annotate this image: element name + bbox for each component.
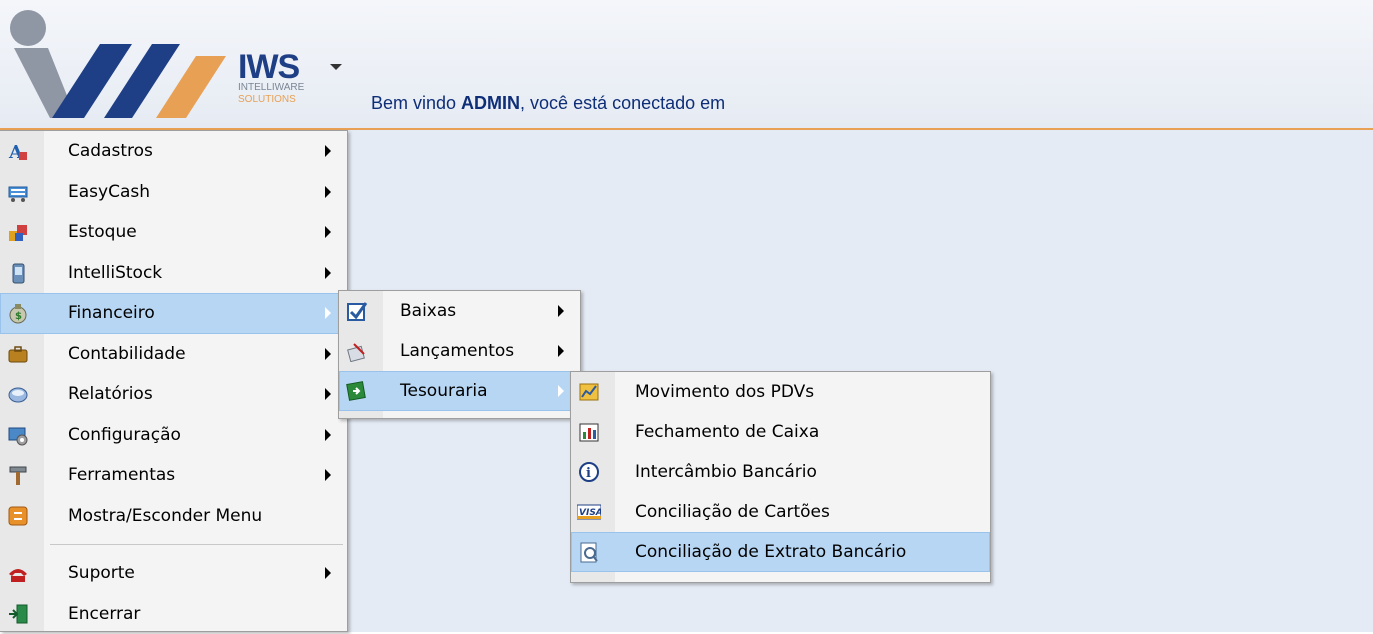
menu-item-estoque[interactable]: Estoque [0,212,347,253]
welcome-user: ADMIN [461,93,520,113]
checkbox-icon [345,300,369,322]
money-bag-icon: $ [6,302,30,324]
submenu-arrow-icon [558,305,564,317]
pos-movement-icon [577,381,601,403]
submenu-item-fechamento-caixa[interactable]: Fechamento de Caixa [571,412,990,452]
reports-icon [6,383,30,405]
submenu-item-movimento-pdvs[interactable]: Movimento dos PDVs [571,372,990,412]
menu-item-financeiro[interactable]: $ Financeiro [0,293,347,334]
cadastros-icon: A [6,140,30,162]
menu-item-relatorios[interactable]: Relatórios [0,374,347,415]
boxes-icon [6,221,30,243]
submenu-item-label: Fechamento de Caixa [635,422,819,442]
main-menu: A Cadastros EasyCash Estoque IntelliStoc… [0,130,348,632]
handheld-icon [6,262,30,284]
menu-item-label: Contabilidade [68,344,186,364]
cash-register-icon [6,181,30,203]
submenu-item-label: Lançamentos [400,341,514,361]
menu-item-label: IntelliStock [68,263,162,283]
svg-text:VISA: VISA [579,508,601,518]
menu-item-label: Mostra/Esconder Menu [68,506,262,526]
submenu-item-label: Tesouraria [400,381,488,401]
submenu-arrow-icon [558,385,564,397]
logo-iws: IWS [238,52,304,82]
treasury-icon [345,380,369,402]
menu-item-mostra-esconder[interactable]: Mostra/Esconder Menu [0,496,347,537]
menu-item-intellistock[interactable]: IntelliStock [0,253,347,294]
menu-item-label: Configuração [68,425,181,445]
bank-statement-icon [577,541,601,563]
menu-item-label: Financeiro [68,303,155,323]
submenu-arrow-icon [325,348,331,360]
menu-item-suporte[interactable]: Suporte [0,553,347,594]
financeiro-submenu: Baixas Lançamentos Tesouraria [338,290,581,419]
menu-item-label: Suporte [68,563,135,583]
welcome-message: Bem vindo ADMIN, você está conectado em [371,93,725,114]
submenu-arrow-icon [325,388,331,400]
submenu-arrow-icon [558,345,564,357]
menu-item-easycash[interactable]: EasyCash [0,172,347,213]
submenu-item-tesouraria[interactable]: Tesouraria [339,371,580,411]
logo-dropdown-icon[interactable] [330,64,342,70]
submenu-arrow-icon [325,567,331,579]
visa-card-icon: VISA [577,501,601,523]
settings-icon [6,424,30,446]
submenu-item-label: Conciliação de Cartões [635,502,830,522]
submenu-item-lancamentos[interactable]: Lançamentos [339,331,580,371]
phone-icon [6,562,30,584]
submenu-arrow-icon [325,267,331,279]
submenu-item-intercambio-bancario[interactable]: i Intercâmbio Bancário [571,452,990,492]
menu-item-label: Encerrar [68,604,140,624]
welcome-suffix: , você está conectado em [520,93,725,113]
menu-item-cadastros[interactable]: A Cadastros [0,131,347,172]
submenu-arrow-icon [325,145,331,157]
submenu-arrow-icon [325,429,331,441]
submenu-item-conciliacao-cartoes[interactable]: VISA Conciliação de Cartões [571,492,990,532]
hammer-icon [6,464,30,486]
menu-item-contabilidade[interactable]: Contabilidade [0,334,347,375]
logo-sub-solutions: SOLUTIONS [238,94,304,106]
menu-item-label: Cadastros [68,141,153,161]
iws-logo: IWS INTELLIWARE SOLUTIONS [0,0,350,128]
submenu-arrow-icon [325,226,331,238]
menu-separator [50,544,343,545]
entries-icon [345,340,369,362]
toggle-menu-icon [6,505,30,527]
submenu-arrow-icon [325,307,331,319]
submenu-item-label: Movimento dos PDVs [635,382,814,402]
logo-sub-intelliware: INTELLIWARE [238,82,304,94]
logo-mark [0,0,230,128]
logo-text: IWS INTELLIWARE SOLUTIONS [238,52,304,106]
menu-item-label: Ferramentas [68,465,175,485]
submenu-item-label: Baixas [400,301,456,321]
submenu-item-baixas[interactable]: Baixas [339,291,580,331]
submenu-arrow-icon [325,469,331,481]
submenu-item-label: Conciliação de Extrato Bancário [635,542,906,562]
exit-icon [6,603,30,625]
tesouraria-submenu: Movimento dos PDVs Fechamento de Caixa i… [570,371,991,583]
top-header: IWS INTELLIWARE SOLUTIONS Bem vindo ADMI… [0,0,1373,130]
submenu-item-conciliacao-extrato[interactable]: Conciliação de Extrato Bancário [571,532,990,572]
submenu-arrow-icon [325,186,331,198]
svg-text:$: $ [15,311,22,322]
menu-item-configuracao[interactable]: Configuração [0,415,347,456]
svg-text:i: i [586,466,591,481]
menu-item-label: Relatórios [68,384,153,404]
info-icon: i [577,461,601,483]
menu-item-label: EasyCash [68,182,150,202]
cash-closing-icon [577,421,601,443]
menu-item-encerrar[interactable]: Encerrar [0,594,347,634]
briefcase-icon [6,343,30,365]
welcome-prefix: Bem vindo [371,93,461,113]
submenu-item-label: Intercâmbio Bancário [635,462,817,482]
menu-item-label: Estoque [68,222,137,242]
menu-item-ferramentas[interactable]: Ferramentas [0,455,347,496]
